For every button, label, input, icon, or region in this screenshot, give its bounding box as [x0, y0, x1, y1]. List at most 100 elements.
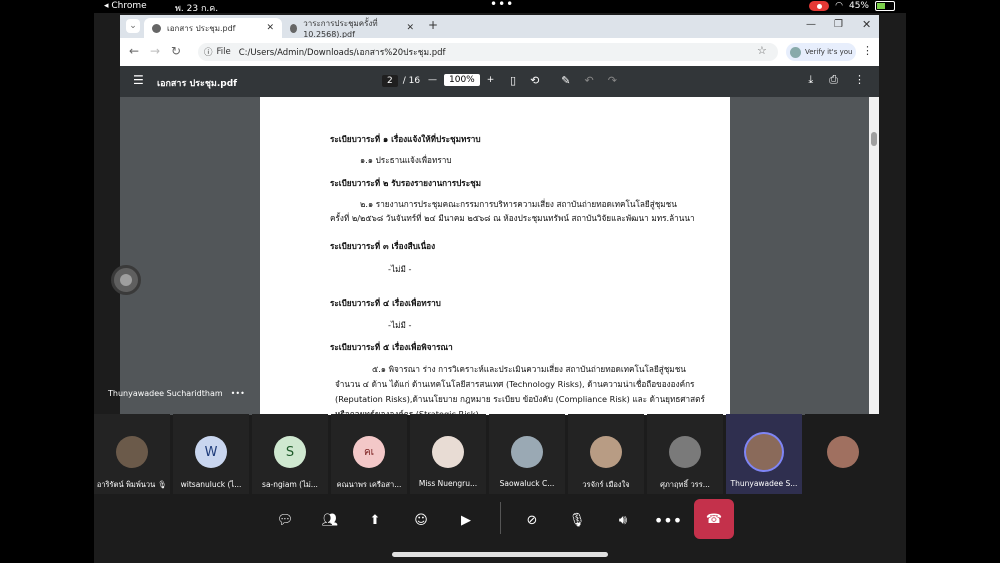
avatar — [790, 46, 801, 58]
participant-tile[interactable]: วรจักร์ เมืองใจ — [568, 414, 644, 494]
agenda-heading-2: ระเบียบวาระที่ ๒ รับรองรายงานการประชุม — [330, 178, 482, 188]
verify-button[interactable]: Verify it's you — [786, 43, 856, 61]
page-input[interactable]: 2 — [382, 75, 398, 87]
avatar — [590, 436, 622, 468]
avatar — [669, 436, 701, 468]
url-field[interactable]: ⓘ File C:/Users/Admin/Downloads/เอกสาร%2… — [198, 43, 778, 61]
back-to-app[interactable]: ◂ Chrome — [104, 1, 147, 11]
view-icon[interactable]: ▶ — [455, 509, 477, 531]
multitask-dots-icon[interactable]: ••• — [490, 0, 514, 11]
participant-name: sa-ngiam (ไม่... — [262, 480, 318, 489]
avatar — [827, 436, 859, 468]
participant-tile-active[interactable]: Thunyawadee S... — [726, 414, 802, 494]
agenda-item: ๕.๑ พิจารณา ร่าง การวิเคราะห์และประเมินค… — [372, 364, 686, 374]
new-tab-button[interactable]: + — [428, 18, 438, 32]
restore-button[interactable]: ❐ — [834, 19, 843, 30]
status-bar: ◂ Chrome พ. 23 ก.ค. ••• ◠ 45% — [0, 0, 1000, 14]
rotate-icon[interactable]: ⟲ — [530, 74, 539, 87]
speaker-icon[interactable]: 🔊︎ — [612, 509, 634, 531]
presenter-more-icon[interactable]: ••• — [231, 389, 245, 398]
chat-icon[interactable]: 💬︎ — [274, 509, 296, 531]
camera-off-icon[interactable]: ⊘ — [521, 509, 543, 531]
zoom-input[interactable]: 100% — [444, 74, 480, 86]
participant-tile[interactable]: Ssa-ngiam (ไม่... — [252, 414, 328, 494]
close-window-button[interactable]: ✕ — [862, 18, 871, 31]
agenda-item-cont: จำนวน ๔ ด้าน ได้แก่ ด้านเทคโนโลยีสารสนเท… — [335, 379, 695, 389]
divider — [500, 502, 501, 534]
file-indicator[interactable]: ⓘ File — [198, 46, 231, 58]
avatar — [744, 432, 784, 472]
participant-name: อาริรัตน์ พิมพ์นวน 🎙 — [96, 480, 168, 489]
page-indicator: 2 / 16 — [382, 75, 420, 87]
participant-tile[interactable]: คเ คณนาพร เครือสา... — [331, 414, 407, 494]
agenda-item: ๒.๑ รายงานการประชุมคณะกรรมการบริหารความเ… — [360, 199, 677, 209]
file-tools: ⤓ ⎙ ⋮ — [808, 73, 865, 87]
verify-label: Verify it's you — [805, 48, 853, 56]
agenda-heading-5: ระเบียบวาระที่ ๕ เรื่องเพื่อพิจารณา — [330, 342, 453, 352]
tab-label: วาระการประชุมครั้งที่ 10.2568).pdf — [303, 19, 378, 39]
agenda-none: -ไม่มี - — [388, 320, 412, 330]
avatar: คเ — [353, 436, 385, 468]
participant-name: ศุภาฤทธิ์ วรร... — [660, 480, 710, 489]
participant-tile[interactable] — [805, 414, 881, 494]
participant-name: Thunyawadee S... — [730, 479, 798, 488]
home-indicator[interactable] — [392, 552, 608, 557]
end-call-button[interactable]: ☎ — [694, 499, 734, 539]
react-icon[interactable]: ☺ — [410, 509, 432, 531]
agenda-heading-3: ระเบียบวาระที่ ๓ เรื่องสืบเนื่อง — [330, 241, 436, 251]
zoom-in-icon[interactable]: + — [487, 75, 495, 85]
fit-page-icon[interactable]: ▯ — [510, 74, 516, 87]
download-icon[interactable]: ⤓ — [808, 73, 813, 87]
more-vertical-icon[interactable]: ⋮ — [854, 73, 865, 87]
close-icon[interactable]: ✕ — [406, 23, 414, 33]
participant-name: Saowaluck C... — [499, 479, 555, 488]
annotate-icon[interactable]: ✎ — [561, 74, 570, 87]
participant-tile[interactable]: Miss Nuengru... — [410, 414, 486, 494]
shared-browser-window: ⌄ เอกสาร ประชุม.pdf ✕ วาระการประชุมครั้ง… — [120, 15, 879, 419]
participant-tile[interactable]: Wwitsanuluck (ไ... — [173, 414, 249, 494]
reload-icon[interactable]: ↻ — [171, 44, 181, 58]
print-icon[interactable]: ⎙ — [829, 73, 838, 87]
participant-tile[interactable]: Saowaluck C... — [489, 414, 565, 494]
tab-label: เอกสาร ประชุม.pdf — [167, 23, 236, 33]
participant-name: วรจักร์ เมืองใจ — [582, 480, 630, 489]
globe-icon — [290, 23, 298, 33]
agenda-heading-4: ระเบียบวาระที่ ๔ เรื่องเพื่อทราบ — [330, 298, 441, 308]
participant-strip: อาริรัตน์ พิมพ์นวน 🎙 Wwitsanuluck (ไ... … — [94, 414, 906, 494]
scrollbar[interactable] — [869, 97, 879, 415]
presenter-label: Thunyawadee Sucharidtham ••• — [108, 389, 245, 398]
battery-icon — [875, 1, 895, 11]
scrollbar-thumb[interactable] — [871, 132, 877, 146]
people-icon[interactable]: 👥︎ — [319, 509, 341, 531]
redo-icon[interactable]: ↷ — [608, 74, 617, 87]
back-icon[interactable]: ← — [129, 44, 139, 58]
chrome-menu-icon[interactable]: ⋮ — [862, 44, 873, 57]
tab-bar: ⌄ เอกสาร ประชุม.pdf ✕ วาระการประชุมครั้ง… — [120, 15, 879, 39]
assistive-touch-button[interactable] — [111, 265, 141, 295]
bookmark-star-icon[interactable]: ☆ — [757, 44, 767, 57]
close-icon[interactable]: ✕ — [266, 23, 274, 33]
share-screen-icon[interactable]: ⬆ — [364, 509, 386, 531]
presenter-name: Thunyawadee Sucharidtham — [108, 389, 223, 398]
avatar: S — [274, 436, 306, 468]
participant-tile[interactable]: ศุภาฤทธิ์ วรร... — [647, 414, 723, 494]
mic-off-icon[interactable]: 🎙︎ — [566, 509, 588, 531]
address-bar: ← → ↻ ⓘ File C:/Users/Admin/Downloads/เอ… — [120, 38, 879, 66]
participant-tile[interactable]: อาริรัตน์ พิมพ์นวน 🎙 — [94, 414, 170, 494]
undo-icon[interactable]: ↶ — [585, 74, 594, 87]
forward-icon[interactable]: → — [150, 44, 160, 58]
zoom-out-icon[interactable]: — — [428, 75, 437, 85]
recording-icon — [809, 1, 830, 11]
url-text: C:/Users/Admin/Downloads/เอกสาร%20ประชุม… — [238, 48, 446, 58]
avatar: W — [195, 436, 227, 468]
pdf-viewport[interactable]: ระเบียบวาระที่ ๑ เรื่องแจ้งให้ที่ประชุมท… — [120, 97, 879, 419]
url-prefix: File — [216, 47, 231, 57]
minimize-button[interactable]: — — [806, 19, 816, 30]
more-icon[interactable]: ••• — [654, 509, 682, 531]
menu-icon[interactable]: ☰ — [133, 73, 144, 87]
view-tools: ▯ ⟲ ✎ ↶ ↷ — [510, 74, 617, 87]
tab-search-icon[interactable]: ⌄ — [126, 19, 140, 33]
tab-pdf[interactable]: เอกสาร ประชุม.pdf ✕ — [144, 18, 282, 38]
avatar — [116, 436, 148, 468]
tab-agenda[interactable]: วาระการประชุมครั้งที่ 10.2568).pdf ✕ — [282, 18, 422, 39]
